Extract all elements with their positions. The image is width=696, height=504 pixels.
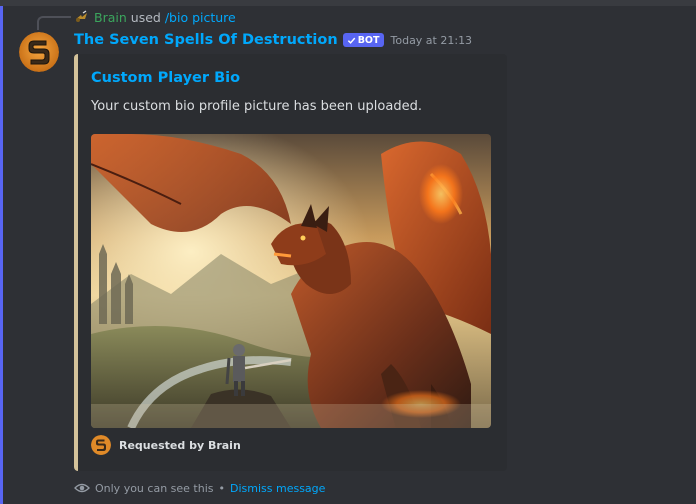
bot-badge: BOT	[342, 33, 384, 47]
bot-badge-label: BOT	[357, 34, 380, 46]
embed-card: Custom Player Bio Your custom bio profil…	[74, 54, 507, 471]
reply-used-text: used	[130, 9, 161, 25]
dismiss-message-link[interactable]: Dismiss message	[230, 482, 325, 495]
ephemeral-notice: Only you can see this • Dismiss message	[74, 480, 325, 496]
ephemeral-text: Only you can see this	[95, 481, 214, 495]
footer-logo-icon	[91, 435, 111, 455]
embed-title: Custom Player Bio	[91, 70, 241, 86]
reply-command-name[interactable]: /bio picture	[165, 10, 236, 25]
letter-s-logo-icon[interactable]	[19, 32, 59, 72]
slash-command-icon	[74, 9, 90, 25]
eye-icon	[74, 483, 90, 493]
embed-footer: Requested by Brain	[91, 434, 241, 456]
command-reply-line[interactable]: Brain used /bio picture	[74, 8, 236, 26]
message-header: The Seven Spells Of Destruction BOT Toda…	[74, 30, 472, 50]
embed-description: Your custom bio profile picture has been…	[91, 99, 422, 114]
author-name[interactable]: The Seven Spells Of Destruction	[74, 32, 338, 48]
checkmark-icon	[347, 37, 355, 44]
message-divider	[0, 0, 696, 6]
message-timestamp[interactable]: Today at 21:13	[391, 34, 473, 47]
reply-username[interactable]: Brain	[94, 10, 127, 25]
embed-footer-text: Requested by Brain	[119, 438, 241, 452]
embed-image[interactable]	[91, 134, 491, 428]
reply-spine	[37, 16, 71, 30]
ephemeral-separator: •	[218, 481, 226, 495]
